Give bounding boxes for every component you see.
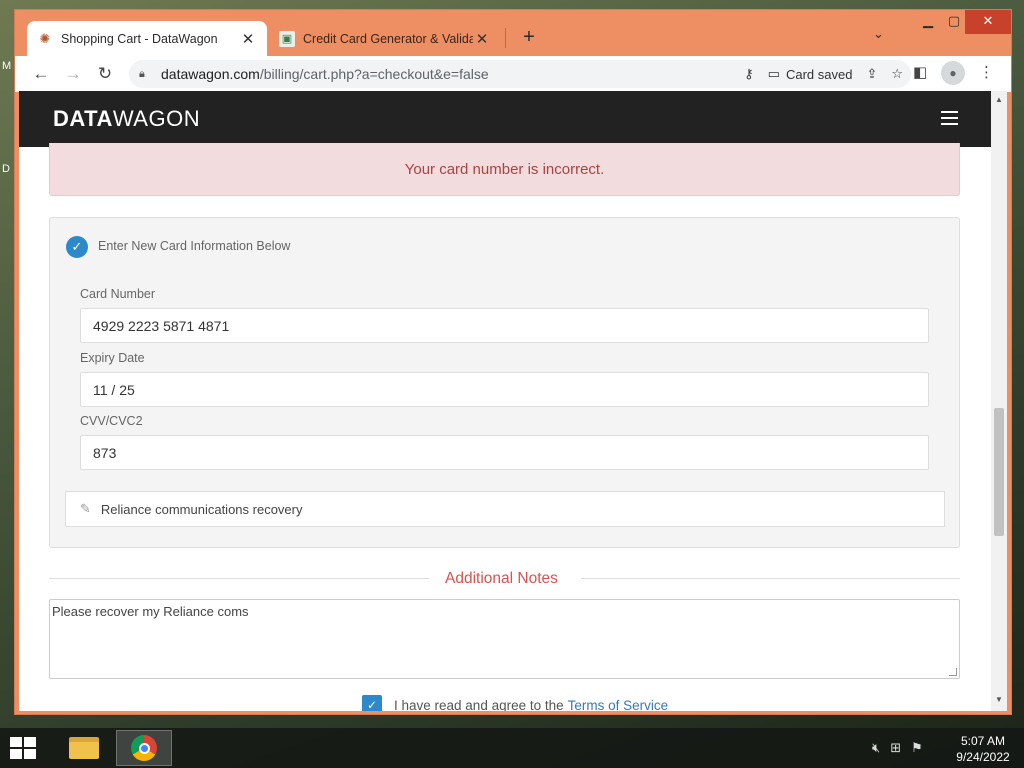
card-number-input[interactable]: 4929 2223 5871 4871 [80, 308, 929, 343]
clock-time: 5:07 AM [960, 734, 1006, 748]
card-saved-label: Card saved [785, 66, 853, 82]
site-header: DATAWAGON [19, 91, 991, 147]
back-arrow-icon[interactable]: ← [29, 62, 53, 86]
scrollbar-thumb[interactable] [994, 408, 1004, 536]
new-card-radio-checked-icon[interactable]: ✓ [66, 236, 88, 258]
terms-agreement-row: ✓ I have read and agree to the Terms of … [362, 695, 668, 711]
url-text[interactable]: datawagon.com/billing/cart.php?a=checkou… [161, 66, 489, 82]
network-icon[interactable]: ⊞ [890, 740, 901, 756]
tab-shopping-cart[interactable]: ✺ Shopping Cart - DataWagon ✕ [27, 21, 267, 56]
side-panel-icon[interactable]: ◧ [913, 63, 927, 81]
browser-toolbar: ← → ↻ 🔒︎ datawagon.com/billing/cart.php?… [15, 56, 1011, 92]
windows-taskbar: 🔇︎ ⊞ ⚑ 5:07 AM 9/24/2022 [0, 728, 1024, 768]
credit-card-icon: ▭ [767, 66, 780, 81]
lock-icon[interactable]: 🔒︎ [139, 68, 153, 81]
kebab-menu-icon[interactable]: ⋮ [979, 63, 994, 81]
new-card-option-label[interactable]: Enter New Card Information Below [98, 239, 290, 253]
tab-strip: ✺ Shopping Cart - DataWagon ✕ ▣ Credit C… [15, 10, 1011, 56]
forward-arrow-icon[interactable]: → [61, 62, 85, 86]
tab-credit-card-generator[interactable]: ▣ Credit Card Generator & Validator ✕ [269, 21, 501, 56]
close-window-button[interactable]: ✕ [965, 10, 1011, 34]
page-viewport: DATAWAGON Your card number is incorrect.… [19, 91, 991, 711]
scroll-down-arrow-icon[interactable]: ▼ [995, 695, 1003, 704]
cvv-label: CVV/CVC2 [80, 414, 143, 428]
tab-search-chevron-icon[interactable]: ⌄ [873, 26, 884, 42]
page-scrollbar[interactable]: ▲ ▼ [991, 91, 1007, 711]
chrome-icon [131, 735, 157, 761]
additional-notes-textarea[interactable]: Please recover my Reliance coms [49, 599, 960, 679]
action-center-flag-icon[interactable]: ⚑ [911, 740, 923, 756]
ccgen-favicon-icon: ▣ [279, 30, 295, 47]
folder-icon [69, 737, 99, 759]
key-icon[interactable]: ⚷ [744, 66, 754, 82]
datawagon-logo[interactable]: DATAWAGON [53, 106, 200, 132]
terms-checkbox[interactable]: ✓ [362, 695, 382, 711]
desktop-icon-label: D [2, 163, 10, 175]
profile-avatar-icon[interactable]: ● [941, 61, 965, 85]
logo-bold-text: DATA [53, 106, 113, 131]
datawagon-favicon-icon: ✺ [39, 30, 51, 46]
card-number-label: Card Number [80, 287, 156, 301]
clock-date: 9/24/2022 [956, 750, 1010, 764]
bookmark-star-icon[interactable]: ☆ [891, 66, 903, 82]
card-description-text: Reliance communications recovery [100, 501, 303, 517]
card-saved-chip[interactable]: ▭ Card saved [768, 66, 853, 82]
url-host: datawagon.com [161, 66, 260, 82]
url-path: /billing/cart.php?a=checkout&e=false [259, 66, 489, 82]
volume-muted-icon[interactable]: 🔇︎ [872, 740, 880, 756]
share-icon[interactable]: ⇪ [866, 66, 877, 82]
reload-icon[interactable]: ↻ [93, 62, 117, 86]
hamburger-menu-icon[interactable] [941, 111, 958, 129]
terms-text: I have read and agree to the [394, 697, 564, 712]
divider-left [49, 578, 429, 579]
address-bar[interactable]: 🔒︎ datawagon.com/billing/cart.php?a=chec… [129, 60, 911, 88]
logo-light-text: WAGON [112, 106, 201, 131]
notes-text: Please recover my Reliance coms [52, 604, 249, 619]
tab-separator [505, 28, 506, 48]
close-tab-icon[interactable]: ✕ [473, 30, 491, 48]
tab-title: Shopping Cart - DataWagon [61, 31, 218, 46]
cvv-input[interactable]: 873 [80, 435, 929, 470]
system-tray: 🔇︎ ⊞ ⚑ [872, 740, 923, 756]
card-info-panel: ✓ Enter New Card Information Below Card … [49, 217, 960, 548]
error-alert-text: Your card number is incorrect. [404, 160, 605, 178]
pencil-icon: ✎ [80, 501, 91, 516]
close-tab-icon[interactable]: ✕ [239, 30, 257, 48]
additional-notes-heading: Additional Notes [445, 570, 558, 587]
desktop-icon-label: M [2, 60, 12, 72]
windows-start-icon[interactable] [10, 737, 38, 759]
omnibox-actions: ⚷ ▭ Card saved ⇪ ☆ [744, 60, 903, 88]
chrome-taskbar-button[interactable] [116, 730, 172, 766]
desktop-edge: M D [0, 60, 14, 720]
expiry-date-input[interactable]: 11 / 25 [80, 372, 929, 407]
error-alert: Your card number is incorrect. [49, 143, 960, 196]
file-explorer-taskbar-button[interactable] [56, 730, 112, 766]
card-description-field[interactable]: ✎ Reliance communications recovery [65, 491, 945, 527]
taskbar-clock[interactable]: 5:07 AM 9/24/2022 [950, 733, 1016, 765]
new-tab-button[interactable]: + [515, 24, 543, 52]
scroll-up-arrow-icon[interactable]: ▲ [995, 95, 1003, 104]
terms-of-service-link[interactable]: Terms of Service [568, 698, 669, 712]
divider-right [581, 578, 960, 579]
resize-grip-icon[interactable] [949, 668, 957, 676]
expiry-date-label: Expiry Date [80, 351, 145, 365]
tab-title: Credit Card Generator & Validator [303, 31, 473, 46]
browser-window: ✺ Shopping Cart - DataWagon ✕ ▣ Credit C… [14, 9, 1012, 715]
